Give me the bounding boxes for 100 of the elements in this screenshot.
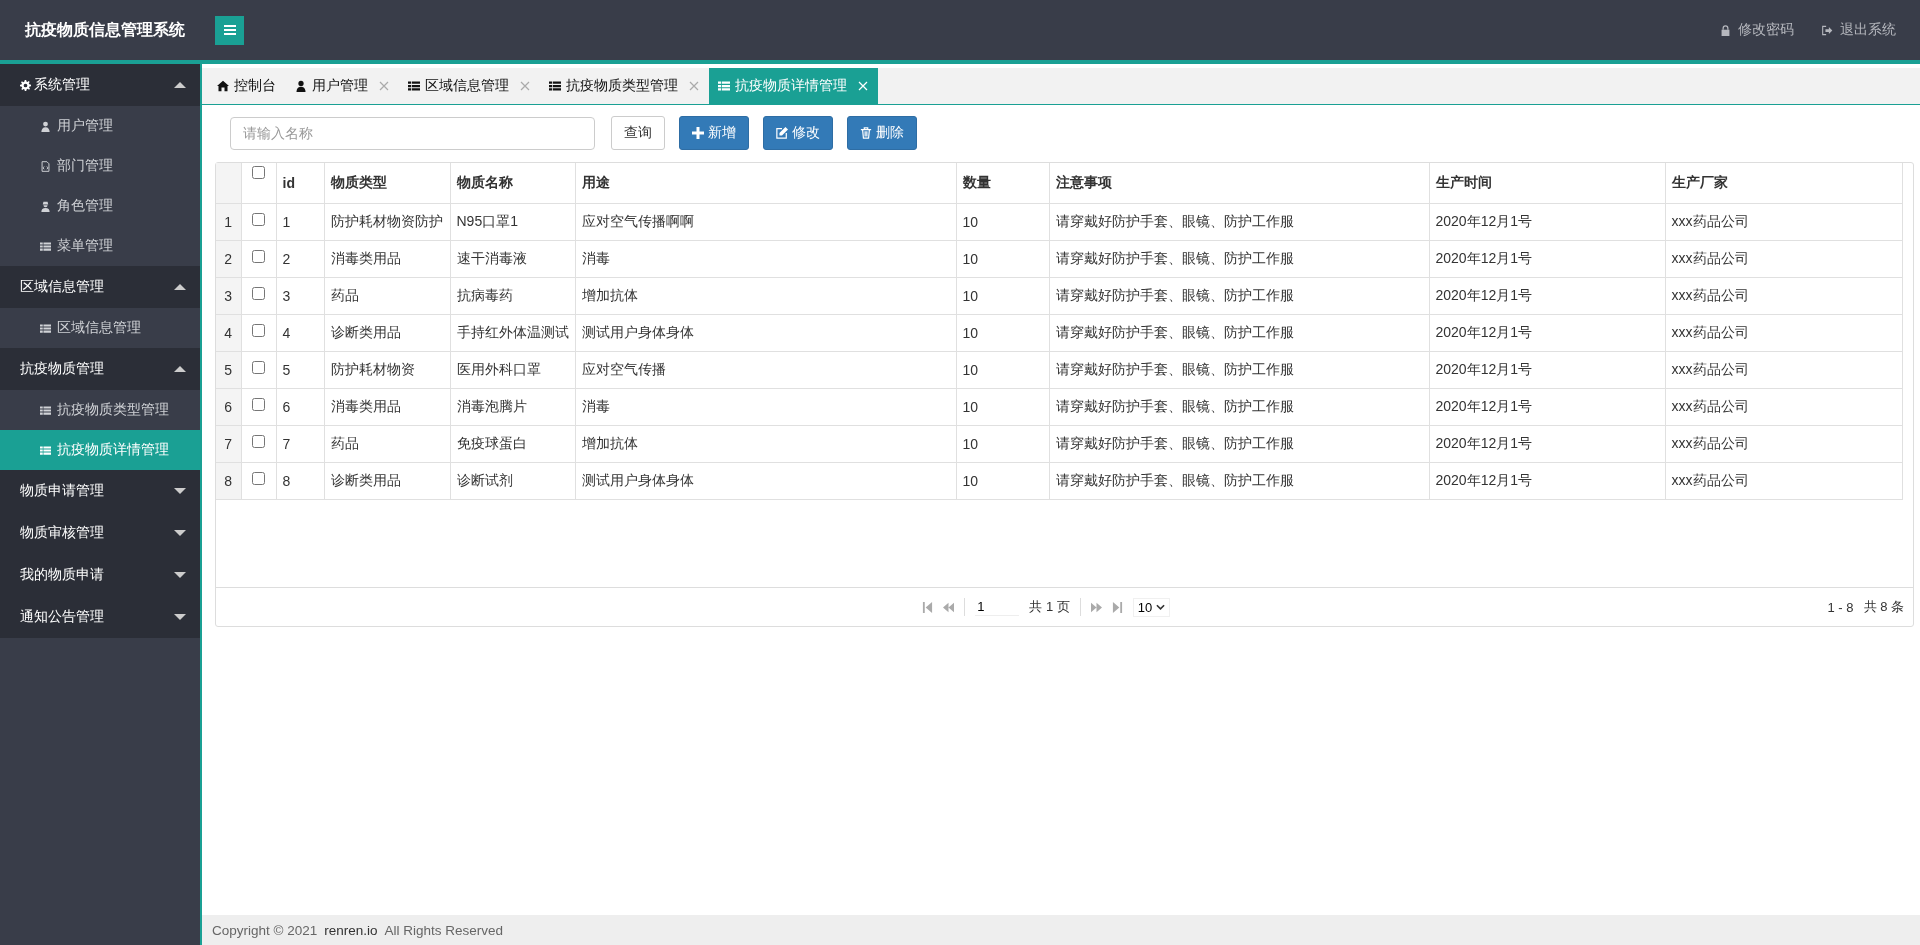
menu-icon[interactable] (215, 15, 244, 45)
table-cell: 10 (962, 399, 979, 415)
table-cell: 请穿戴好防护手套、眼镜、防护工作服 (1055, 472, 1294, 488)
table-cell: 消毒类用品 (330, 398, 401, 414)
table-cell: 10 (962, 362, 979, 378)
row-checkbox[interactable] (252, 250, 265, 263)
rights-text: All Rights Reserved (384, 922, 504, 938)
table-cell: 2 (282, 251, 291, 267)
table-cell: 2020年12月1号 (1435, 213, 1532, 229)
first-page-icon[interactable] (922, 601, 934, 613)
page-count: 共 1 页 (1029, 598, 1070, 616)
sidebar-item[interactable]: 菜单管理 (0, 226, 200, 266)
table-cell: xxx药品公司 (1671, 398, 1749, 414)
table-cell: 2020年12月1号 (1435, 287, 1532, 303)
sidebar-group[interactable]: 系统管理 (0, 64, 200, 106)
list-icon (40, 444, 51, 456)
table-cell: 2020年12月1号 (1435, 435, 1532, 451)
toolbar-button[interactable]: 新增 (679, 116, 749, 150)
table-cell: xxx药品公司 (1671, 472, 1749, 488)
sidebar-group[interactable]: 通知公告管理 (0, 596, 200, 638)
column-header[interactable]: 物质类型 (330, 174, 387, 190)
file-icon (40, 160, 51, 172)
row-checkbox[interactable] (252, 287, 265, 300)
sidebar-group[interactable]: 物质申请管理 (0, 470, 200, 512)
home-icon (217, 80, 229, 92)
user-hat-icon (40, 200, 51, 212)
table-cell: 防护耗材物资 (330, 361, 415, 377)
table-cell: 消毒泡腾片 (456, 398, 527, 414)
edit-icon (776, 127, 788, 139)
table-cell: 2020年12月1号 (1435, 472, 1532, 488)
row-number: 6 (224, 399, 233, 415)
list-icon (40, 322, 51, 334)
table-cell: 测试用户身体身体 (581, 472, 694, 488)
user-icon (40, 120, 51, 132)
table-cell: 8 (282, 473, 291, 489)
column-header[interactable]: 物质名称 (456, 174, 513, 190)
row-number: 2 (224, 251, 233, 267)
column-header[interactable]: 生产时间 (1435, 174, 1492, 190)
next-page-icon[interactable] (1090, 601, 1102, 613)
gear-icon (20, 79, 31, 91)
record-total: 共 8 条 (1863, 598, 1904, 616)
table-cell: 诊断类用品 (330, 472, 401, 488)
table-cell: xxx药品公司 (1671, 250, 1749, 266)
row-checkbox[interactable] (252, 324, 265, 337)
column-header[interactable]: 注意事项 (1055, 174, 1112, 190)
tab[interactable]: 用户管理 (286, 68, 399, 104)
column-header[interactable]: 数量 (962, 174, 991, 190)
tab[interactable]: 抗疫物质类型管理 (540, 68, 709, 104)
page-size-select[interactable]: 10 (1132, 597, 1171, 617)
sidebar-group[interactable]: 区域信息管理 (0, 266, 200, 308)
header-link[interactable]: 修改密码 (1720, 21, 1794, 39)
table-cell: 防护耗材物资防护 (330, 213, 443, 229)
row-number: 7 (224, 436, 233, 452)
last-page-icon[interactable] (1111, 601, 1123, 613)
table-cell: 10 (962, 325, 979, 341)
table-cell: 7 (282, 436, 291, 452)
column-header[interactable]: id (282, 175, 295, 191)
trash-icon (860, 127, 872, 139)
sidebar-item[interactable]: 用户管理 (0, 106, 200, 146)
row-checkbox[interactable] (252, 435, 265, 448)
toolbar-button[interactable]: 修改 (763, 116, 833, 150)
list-icon (40, 240, 51, 252)
table-cell: 4 (282, 325, 291, 341)
list-icon (408, 80, 420, 92)
table-cell: 抗病毒药 (456, 287, 513, 303)
previous-page-icon[interactable] (943, 601, 955, 613)
caret-icon (1156, 604, 1166, 610)
user-icon (295, 80, 307, 92)
sidebar-group[interactable]: 我的物质申请 (0, 554, 200, 596)
table-cell: xxx药品公司 (1671, 213, 1749, 229)
sidebar-item[interactable]: 角色管理 (0, 186, 200, 226)
sidebar-item[interactable]: 区域信息管理 (0, 308, 200, 348)
tab[interactable]: 区域信息管理 (399, 68, 540, 104)
record-range: 1 - 8 (1827, 599, 1854, 615)
toolbar-button[interactable]: 删除 (847, 116, 917, 150)
column-header[interactable]: 用途 (581, 174, 610, 190)
row-number: 1 (224, 214, 233, 230)
footer-link[interactable]: renren.io (324, 922, 378, 938)
table-cell: 诊断类用品 (330, 324, 401, 340)
table-cell: 请穿戴好防护手套、眼镜、防护工作服 (1055, 213, 1294, 229)
toolbar-button[interactable]: 查询 (611, 116, 665, 150)
row-number: 8 (224, 473, 233, 489)
table-cell: 速干消毒液 (456, 250, 527, 266)
tab[interactable]: 控制台 (208, 68, 286, 104)
row-checkbox[interactable] (252, 213, 265, 226)
row-checkbox[interactable] (252, 398, 265, 411)
sign-out-icon (1822, 24, 1833, 36)
sidebar-group[interactable]: 物质审核管理 (0, 512, 200, 554)
table-cell: 免疫球蛋白 (456, 435, 527, 451)
header-link[interactable]: 退出系统 (1822, 21, 1896, 39)
table-cell: 10 (962, 251, 979, 267)
select-all-checkbox[interactable] (252, 165, 265, 179)
sidebar-item[interactable]: 部门管理 (0, 146, 200, 186)
column-header[interactable]: 生产厂家 (1671, 174, 1728, 190)
sidebar-group[interactable]: 抗疫物质管理 (0, 348, 200, 390)
search-field[interactable]: 请输入名称 (230, 116, 595, 150)
table-cell: 10 (962, 473, 979, 489)
row-checkbox[interactable] (252, 472, 265, 485)
sidebar-item[interactable]: 抗疫物质类型管理 (0, 390, 200, 430)
row-checkbox[interactable] (252, 361, 265, 374)
